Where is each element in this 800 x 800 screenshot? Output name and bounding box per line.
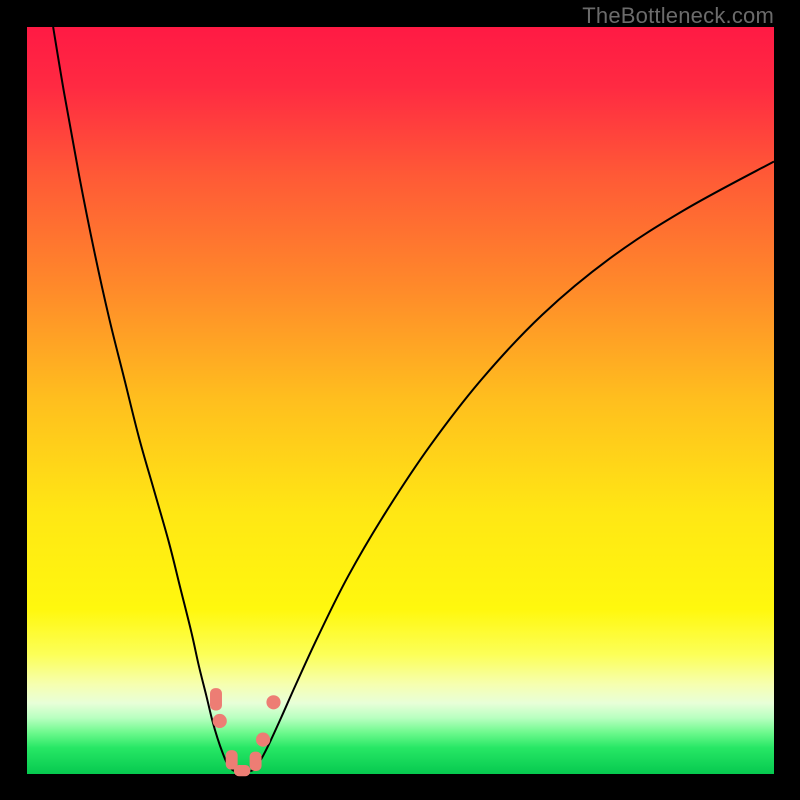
chart-frame: TheBottleneck.com — [0, 0, 800, 800]
curve-marker — [234, 765, 250, 776]
curve-marker — [266, 695, 280, 709]
curve-marker — [256, 733, 270, 747]
bottleneck-curve — [27, 27, 774, 774]
curve-marker — [213, 714, 227, 728]
curve-marker — [210, 688, 222, 710]
plot-area — [27, 27, 774, 774]
curve-marker — [250, 752, 262, 771]
watermark-text: TheBottleneck.com — [582, 3, 774, 29]
bottleneck-curve-path — [53, 27, 774, 772]
